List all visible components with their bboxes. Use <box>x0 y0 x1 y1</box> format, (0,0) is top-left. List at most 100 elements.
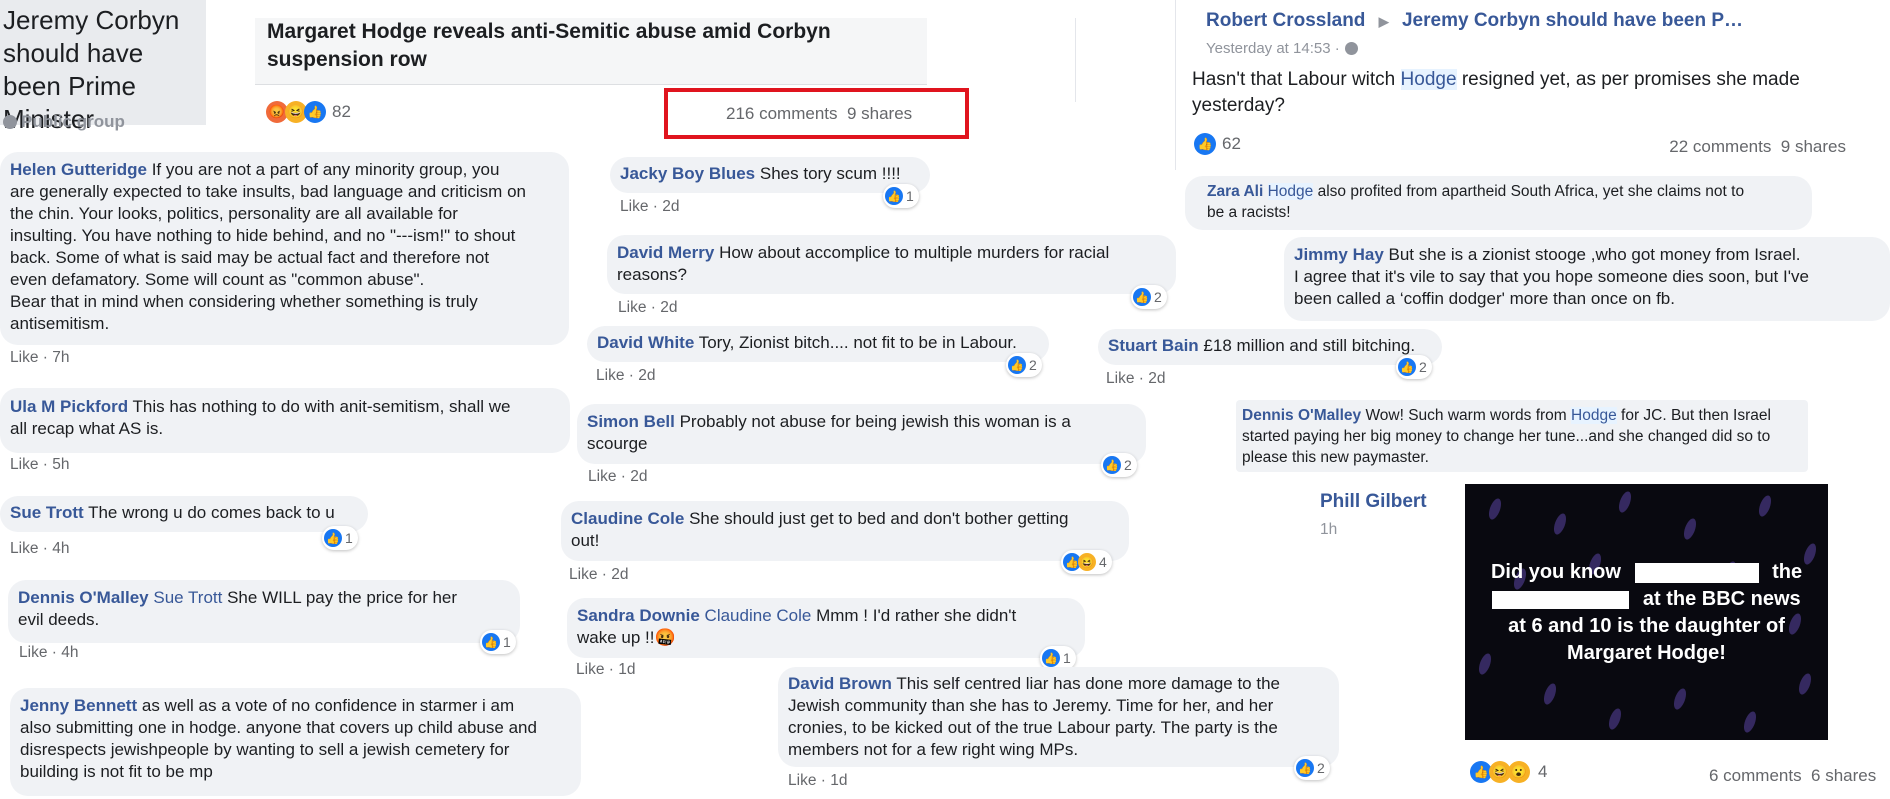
post-header: Margaret Hodge reveals anti-Semitic abus… <box>255 18 927 84</box>
comment-dennis-omalley-right: Dennis O'Malley Wow! Such warm words fro… <box>1236 400 1808 472</box>
post-text: Hasn't that Labour witch Hodge resigned … <box>1192 69 1800 116</box>
comment-jacky-boy-blues: Jacky Boy Blues Shes tory scum !!!! <box>610 157 930 193</box>
post-divider <box>255 84 927 85</box>
comment-meta: Like · 2d <box>1106 370 1165 383</box>
comment-reactions[interactable]: 👍 2 <box>1131 285 1167 309</box>
like-icon: 👍 <box>1103 456 1121 474</box>
comment-david-brown: David Brown This self centred liar has d… <box>778 667 1339 767</box>
commenter-name[interactable]: Stuart Bain <box>1108 336 1199 355</box>
panel-divider <box>1075 18 1076 102</box>
post-reactions[interactable]: 😡 😆 👍 82 <box>266 101 351 123</box>
globe-icon <box>3 115 17 129</box>
comment-reactions[interactable]: 👍 2 <box>1006 353 1042 377</box>
like-link[interactable]: Like <box>596 367 624 384</box>
commenter-name[interactable]: David Merry <box>617 243 714 262</box>
phill-author[interactable]: Phill Gilbert <box>1320 491 1427 513</box>
commenter-name[interactable]: Zara Ali <box>1207 183 1263 200</box>
like-link[interactable]: Like <box>788 772 816 789</box>
commenter-name[interactable]: Dennis O'Malley <box>18 588 149 607</box>
commenter-name[interactable]: Jacky Boy Blues <box>620 164 755 183</box>
like-link[interactable]: Like <box>19 644 47 661</box>
phill-image: Did you know the at the BBC news at 6 an… <box>1465 484 1828 740</box>
like-icon: 👍 <box>1296 759 1314 777</box>
post-shares-count[interactable]: 9 shares <box>847 104 912 123</box>
comment-helen-gutteridge: Helen Gutteridge If you are not a part o… <box>0 152 569 345</box>
right-post-counts[interactable]: 22 comments 9 shares <box>1669 137 1846 157</box>
highlighted-term: Hodge <box>1571 407 1617 424</box>
comment-reactions[interactable]: 👍 1 <box>322 526 358 550</box>
like-link[interactable]: Like <box>588 468 616 485</box>
comment-claudine-cole: Claudine Cole She should just get to bed… <box>561 501 1129 561</box>
comment-reactions[interactable]: 👍 2 <box>1396 355 1432 379</box>
post-author[interactable]: Robert Crossland <box>1206 10 1365 31</box>
comment-stuart-bain: Stuart Bain £18 million and still bitchi… <box>1098 329 1442 365</box>
mention-link[interactable]: Sue Trott <box>153 588 222 607</box>
comment-sue-trott: Sue Trott The wrong u do comes back to u <box>0 496 368 532</box>
group-header: Jeremy Corbyn should have been Prime Min… <box>0 0 206 134</box>
comment-ula-pickford: Ula M Pickford This has nothing to do wi… <box>0 388 570 453</box>
comment-meta: Like · 1d <box>576 661 636 678</box>
like-link[interactable]: Like <box>620 198 648 215</box>
commenter-name[interactable]: Simon Bell <box>587 412 675 431</box>
phill-counts[interactable]: 6 comments 6 shares <box>1709 766 1876 786</box>
right-post: Robert Crossland ▶ Jeremy Corbyn should … <box>1175 0 1866 170</box>
like-icon: 👍 <box>1008 356 1026 374</box>
commenter-name[interactable]: David White <box>597 333 694 352</box>
group-privacy: Public group <box>3 112 125 132</box>
like-link[interactable]: Like <box>10 349 38 366</box>
commenter-name[interactable]: Ula M Pickford <box>10 397 128 416</box>
comment-meta: Like · 5h <box>10 456 70 473</box>
like-link[interactable]: Like <box>576 661 604 678</box>
comment-reactions[interactable]: 👍 😆 4 <box>1061 550 1112 574</box>
commenter-name[interactable]: Sue Trott <box>10 503 84 522</box>
comment-meta: Like · 1d <box>788 772 848 789</box>
commenter-name[interactable]: Helen Gutteridge <box>10 160 147 179</box>
comment-reactions[interactable]: 👍 2 <box>1294 756 1330 780</box>
highlighted-term: Hodge <box>1400 69 1457 90</box>
redaction-bar <box>1634 562 1759 583</box>
like-link[interactable]: Like <box>10 540 38 557</box>
highlighted-term: Hodge <box>1267 183 1314 200</box>
like-link[interactable]: Like <box>1106 370 1134 383</box>
like-icon: 👍 <box>1398 358 1416 376</box>
comment-meta: Like · 4h <box>10 540 70 557</box>
comment-reactions[interactable]: 👍 2 <box>1101 453 1137 477</box>
like-link[interactable]: Like <box>569 566 597 583</box>
globe-icon <box>1344 42 1358 55</box>
like-icon: 👍 <box>304 101 326 123</box>
commenter-name[interactable]: David Brown <box>788 674 892 693</box>
comment-reactions[interactable]: 👍 1 <box>480 630 516 654</box>
comment-jenny-bennett: Jenny Bennett as well as a vote of no co… <box>10 688 581 796</box>
comment-meta: Like · 2d <box>596 367 656 384</box>
comment-meta: Like · 2d <box>569 566 629 583</box>
commenter-name[interactable]: Jimmy Hay <box>1294 245 1384 264</box>
comment-meta: Like · 4h <box>19 644 79 661</box>
like-icon: 👍 <box>1042 649 1060 667</box>
post-title[interactable]: Margaret Hodge reveals anti-Semitic abus… <box>267 18 907 74</box>
like-icon: 👍 <box>1194 133 1216 155</box>
like-link[interactable]: Like <box>618 299 646 316</box>
right-post-reactions[interactable]: 👍 62 <box>1194 133 1241 155</box>
commenter-name[interactable]: Claudine Cole <box>571 509 684 528</box>
comment-jimmy-hay: Jimmy Hay But she is a zionist stooge ,w… <box>1284 237 1890 321</box>
post-group-link[interactable]: Jeremy Corbyn should have been P… <box>1402 10 1743 31</box>
post-comments-count[interactable]: 216 comments <box>726 104 838 123</box>
commenter-name[interactable]: Jenny Bennett <box>20 696 137 715</box>
comment-simon-bell: Simon Bell Probably not abuse for being … <box>577 404 1146 464</box>
comment-dennis-omalley-left: Dennis O'Malley Sue Trott She WILL pay t… <box>8 580 520 643</box>
phill-reactions[interactable]: 👍 😆 😮 4 <box>1470 761 1547 783</box>
like-link[interactable]: Like <box>10 456 38 473</box>
redaction-bar <box>1492 590 1630 609</box>
phill-time[interactable]: 1h <box>1320 521 1337 539</box>
commenter-name[interactable]: Sandra Downie <box>577 606 700 625</box>
post-author-line: Robert Crossland ▶ Jeremy Corbyn should … <box>1206 10 1743 32</box>
post-counts[interactable]: 216 comments 9 shares <box>726 104 912 124</box>
mention-link[interactable]: Claudine Cole <box>705 606 812 625</box>
comment-david-merry: David Merry How about accomplice to mult… <box>607 235 1176 294</box>
haha-icon: 😆 <box>1078 553 1096 571</box>
post-reaction-count: 82 <box>332 102 351 121</box>
comment-meta: Like · 2d <box>618 299 678 316</box>
commenter-name[interactable]: Dennis O'Malley <box>1242 407 1361 424</box>
comment-reactions[interactable]: 👍 1 <box>883 184 919 208</box>
arrow-right-icon: ▶ <box>1378 14 1389 29</box>
